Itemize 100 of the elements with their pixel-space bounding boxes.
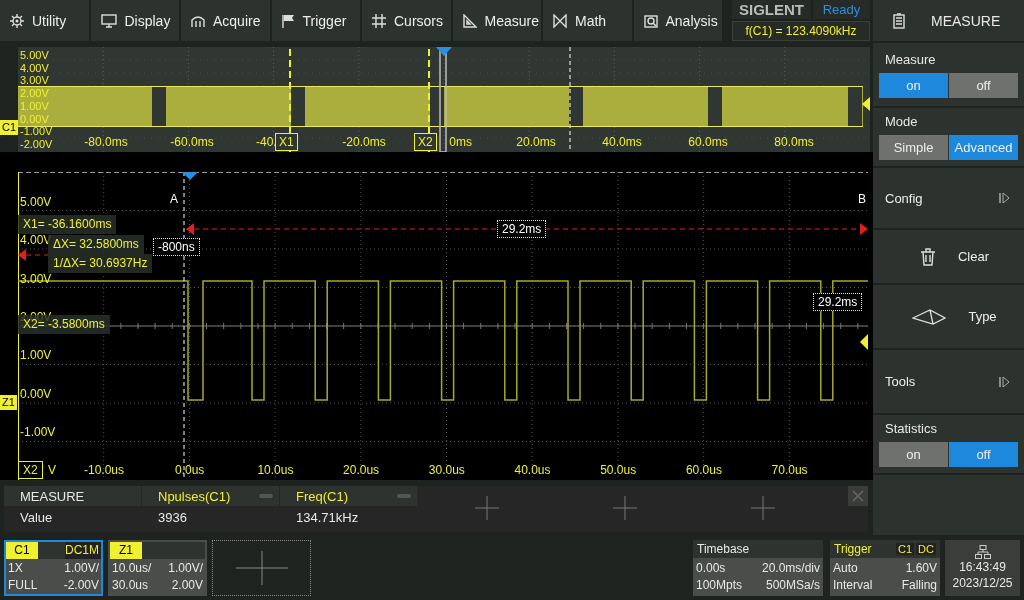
axis-label: -10.0us <box>84 464 124 476</box>
axis-label: -80.0ms <box>84 136 128 148</box>
axis-label: 20.0ms <box>516 136 556 148</box>
menu-button[interactable]: Trigger <box>271 0 360 41</box>
axis-label: 20.0us <box>343 464 380 476</box>
menu-button[interactable]: Utility <box>0 0 89 41</box>
cursor-label: X1 <box>275 133 298 151</box>
section-label: Measure <box>884 51 937 67</box>
trigger-source: C1 <box>896 543 915 555</box>
timebase-value: 500MSa/s <box>764 577 820 594</box>
delta-label: 29.2ms <box>497 220 547 238</box>
channel-panel[interactable]: Z1 10.0us/ 1.00V/ 30.0us 2.00V <box>108 540 207 596</box>
monitor-icon <box>100 13 117 28</box>
table-cell-text: 3936 <box>157 509 188 527</box>
axis-label: 80.0ms <box>774 136 814 148</box>
bowtie-icon <box>553 13 567 28</box>
delta-label: 29.2ms <box>813 293 863 311</box>
measure-arrow <box>18 249 49 261</box>
axis-label: 1.00V <box>20 349 52 362</box>
axis-label: 30.0us <box>428 464 465 476</box>
channel-value: FULL <box>8 576 39 594</box>
dash-icon <box>259 494 273 498</box>
coupling-label: DC1M <box>65 542 101 559</box>
channel-name: C1 <box>6 542 38 559</box>
axis-label: -1.00V <box>20 125 53 138</box>
timebase-panel[interactable]: Timebase 0.00s 20.0ms/div 100Mpts 500MSa/s <box>693 540 823 596</box>
network-icon <box>974 545 991 559</box>
toggle-option[interactable]: on <box>879 442 948 467</box>
axis-label: 0.0us <box>175 464 205 476</box>
axis-label: 50.0us <box>600 464 637 476</box>
clipboard-icon <box>893 12 905 29</box>
gear-icon <box>10 13 24 28</box>
trigger-value: Auto <box>833 560 859 577</box>
run-status: Ready <box>813 0 870 19</box>
axis-label: 3.00V <box>20 272 52 285</box>
axis-label: 60.0us <box>685 464 722 476</box>
column-header[interactable]: Npulses(C1) <box>142 486 279 506</box>
table-header: MEASURE <box>4 486 141 506</box>
channel-value: 1.00V/ <box>63 559 99 577</box>
table-cell-text: 134.71kHz <box>295 509 360 527</box>
axis-label: 5.00V <box>20 196 52 208</box>
axis-label: 4.00V <box>20 61 49 74</box>
delta-label: -800ns <box>153 238 200 256</box>
trigger-value: Interval <box>833 577 873 594</box>
trigger-panel[interactable]: Trigger C1 DC Auto 1.60V Interval Falling <box>830 540 940 596</box>
cursor-readout: X1= -36.1600ms <box>18 215 117 234</box>
cursor-label: X2 <box>414 133 437 151</box>
clock-date: 2023/12/25 <box>952 575 1013 591</box>
column-header[interactable]: Freq(C1) <box>280 486 417 506</box>
marker-label: B <box>858 192 866 206</box>
timebase-value: 20.0ms/div <box>761 560 820 577</box>
timebase-value: 100Mpts <box>696 577 743 594</box>
channel-marker: Z1 <box>0 395 17 410</box>
panel-label: Timebase <box>697 542 750 556</box>
add-measure-button[interactable] <box>474 495 499 520</box>
trash-icon <box>919 247 936 266</box>
brand-logo: SIGLENT <box>732 0 811 19</box>
axis-label: -1.00V <box>20 425 56 438</box>
row-label: Value <box>19 509 54 527</box>
close-button[interactable] <box>848 486 868 506</box>
channel-value: 1X <box>8 559 24 577</box>
add-measure-button[interactable] <box>750 495 775 520</box>
magnifier-icon <box>643 13 658 28</box>
plus-icon <box>235 551 288 585</box>
add-channel-button[interactable] <box>212 540 311 596</box>
axis-label: 10.0us <box>257 464 294 476</box>
axis-label: 5.00V <box>20 49 49 61</box>
axis-label: -20.0ms <box>342 136 386 148</box>
menu-button[interactable]: Acquire <box>181 0 270 41</box>
polygon-icon <box>912 307 947 326</box>
axis-label: 0ms <box>449 136 472 148</box>
trigger-value: 1.60V <box>904 560 937 577</box>
axis-label: 70.0us <box>771 464 808 476</box>
channel-value: 30.0us <box>112 576 150 594</box>
add-measure-button[interactable] <box>612 495 637 520</box>
cursor-label: X2 <box>18 461 43 479</box>
menu-button[interactable]: Measure <box>452 0 541 41</box>
toggle-option[interactable]: Simple <box>879 135 948 160</box>
timebase-value: 0.00s <box>696 560 727 577</box>
panel-label: Trigger <box>834 542 872 556</box>
menu-button[interactable]: Math <box>543 0 632 41</box>
axis-label: -40. <box>256 136 277 148</box>
grid-icon <box>372 13 386 28</box>
flag-icon <box>281 13 295 28</box>
axis-label: 2.00V <box>20 87 49 100</box>
marker-label: A <box>170 192 178 206</box>
menu-button[interactable]: Cursors <box>362 0 451 41</box>
section-label: Mode <box>884 114 919 129</box>
arch-icon <box>191 13 205 28</box>
axis-label: 40.0ms <box>602 136 642 148</box>
chevron-icon <box>998 192 1012 204</box>
axis-label: -60.0ms <box>170 136 214 148</box>
axis-label: 1.00V <box>20 99 49 112</box>
menu-button[interactable]: Display <box>90 0 179 41</box>
trigger-coupling: DC <box>916 543 936 555</box>
toggle-option[interactable]: off <box>949 72 1018 98</box>
menu-button[interactable]: Analysis <box>633 0 722 41</box>
channel-value: 2.00V <box>170 576 203 594</box>
channel-panel[interactable]: C1 DC1M 1X 1.00V/ FULL -2.00V <box>4 540 103 596</box>
section-label: Statistics <box>884 421 938 436</box>
